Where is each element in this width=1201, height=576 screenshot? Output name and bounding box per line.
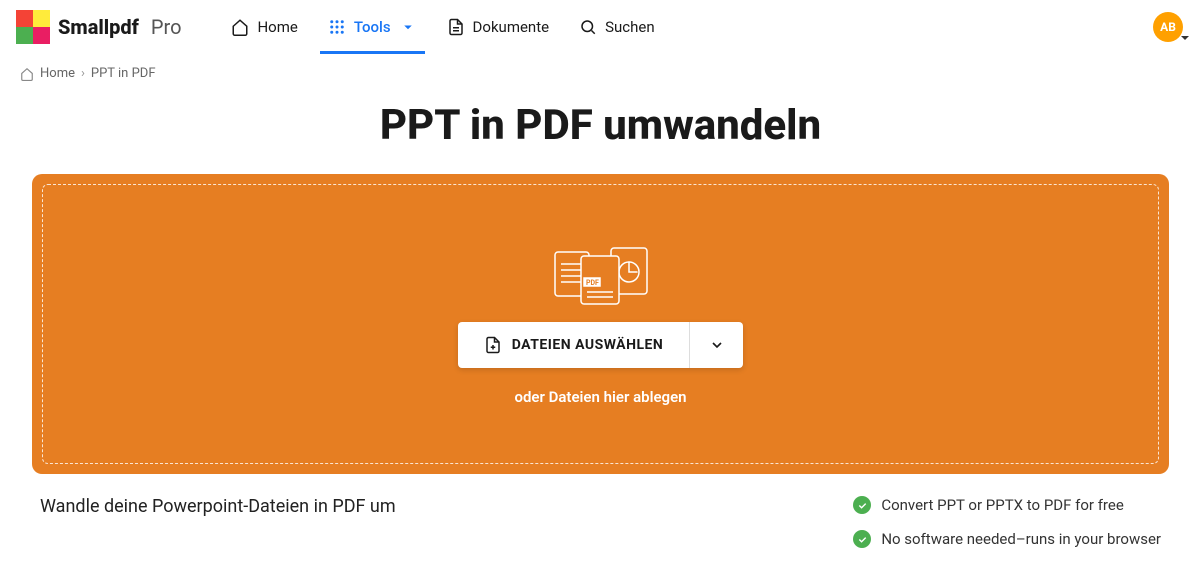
drop-hint: oder Dateien hier ablegen <box>514 388 686 406</box>
home-icon <box>20 67 34 81</box>
check-icon <box>853 496 871 514</box>
choose-files-button[interactable]: DATEIEN AUSWÄHLEN <box>458 322 690 368</box>
nav-documents-label: Dokumente <box>473 18 550 36</box>
choose-files-dropdown[interactable] <box>689 322 743 368</box>
feature-item: Convert PPT or PPTX to PDF for free <box>853 496 1161 514</box>
nav-tools-label: Tools <box>354 18 391 36</box>
page-title: PPT in PDF umwandeln <box>0 101 1201 150</box>
nav-home-label: Home <box>257 18 297 36</box>
brand-name: Smallpdf <box>58 15 139 39</box>
nav-search[interactable]: Suchen <box>579 0 655 54</box>
nav-search-label: Suchen <box>605 18 655 36</box>
documents-illustration-icon: PDF <box>551 242 651 306</box>
avatar-initials: AB <box>1160 20 1176 34</box>
check-icon <box>853 530 871 548</box>
nav-tools[interactable]: Tools <box>328 0 417 54</box>
choose-files-label: DATEIEN AUSWÄHLEN <box>512 337 664 353</box>
feature-text: No software needed–runs in your browser <box>881 530 1161 548</box>
main-nav: Home Tools Dokumente Suchen <box>231 0 654 54</box>
choose-files-group: DATEIEN AUSWÄHLEN <box>458 322 744 368</box>
breadcrumb-home[interactable]: Home <box>40 66 75 81</box>
subheading: Wandle deine Powerpoint-Dateien in PDF u… <box>40 496 396 548</box>
dropzone-inner: PDF DATEIEN AUSWÄHLEN oder Dateien hier … <box>42 184 1159 464</box>
grid-icon <box>328 18 346 36</box>
logo-icon <box>16 10 50 44</box>
dropzone-container: PDF DATEIEN AUSWÄHLEN oder Dateien hier … <box>0 174 1201 474</box>
file-add-icon <box>484 336 502 354</box>
below-section: Wandle deine Powerpoint-Dateien in PDF u… <box>0 474 1201 548</box>
logo[interactable]: Smallpdf Pro <box>16 10 181 44</box>
chevron-down-icon <box>709 337 725 353</box>
home-icon <box>231 18 249 36</box>
dropzone[interactable]: PDF DATEIEN AUSWÄHLEN oder Dateien hier … <box>32 174 1169 474</box>
svg-text:PDF: PDF <box>586 279 599 287</box>
nav-documents[interactable]: Dokumente <box>447 0 550 54</box>
nav-home[interactable]: Home <box>231 0 297 54</box>
breadcrumb-current: PPT in PDF <box>91 66 156 81</box>
document-icon <box>447 18 465 36</box>
breadcrumb: Home › PPT in PDF <box>0 54 1201 81</box>
chevron-down-icon <box>399 18 417 36</box>
avatar[interactable]: AB <box>1153 12 1183 42</box>
breadcrumb-separator: › <box>81 66 85 81</box>
features-list: Convert PPT or PPTX to PDF for free No s… <box>853 496 1161 548</box>
feature-item: No software needed–runs in your browser <box>853 530 1161 548</box>
feature-text: Convert PPT or PPTX to PDF for free <box>881 496 1123 514</box>
header: Smallpdf Pro Home Tools Dokumente Suchen… <box>0 0 1201 54</box>
brand-tier: Pro <box>151 15 182 39</box>
search-icon <box>579 18 597 36</box>
